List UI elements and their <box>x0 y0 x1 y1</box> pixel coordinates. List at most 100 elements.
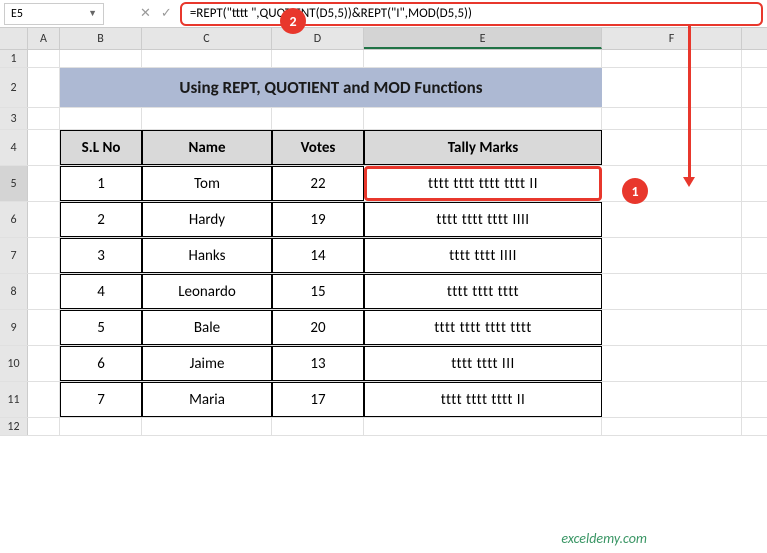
spreadsheet-grid: A B C D E F 1 2 Using REPT, QUOTIENT and… <box>0 28 767 436</box>
table-cell-votes[interactable]: 20 <box>272 310 364 345</box>
table-cell-sl[interactable]: 7 <box>60 382 142 417</box>
cell[interactable] <box>602 418 742 435</box>
cell[interactable] <box>602 382 742 417</box>
cell[interactable] <box>602 346 742 381</box>
watermark-text: exceldemy.com <box>561 530 647 547</box>
row-12: 12 <box>0 418 767 436</box>
table-cell-tally[interactable]: tttt tttt tttt II <box>364 382 602 417</box>
cell[interactable] <box>28 50 60 67</box>
col-header-C[interactable]: C <box>142 28 272 49</box>
selected-cell-E5[interactable]: tttt tttt tttt tttt II <box>364 166 602 201</box>
table-cell-name[interactable]: Hanks <box>142 238 272 273</box>
cell[interactable] <box>602 50 742 67</box>
table-header-name[interactable]: Name <box>142 130 272 165</box>
cell[interactable] <box>602 238 742 273</box>
chevron-down-icon[interactable]: ▼ <box>88 8 97 19</box>
cell[interactable] <box>364 108 602 129</box>
cell[interactable] <box>602 310 742 345</box>
row-header-4[interactable]: 4 <box>0 130 28 165</box>
row-header-8[interactable]: 8 <box>0 274 28 309</box>
table-cell-sl[interactable]: 5 <box>60 310 142 345</box>
cell[interactable] <box>364 418 602 435</box>
table-cell-tally[interactable]: tttt tttt IIII <box>364 238 602 273</box>
cell[interactable] <box>28 418 60 435</box>
row-6: 6 2 Hardy 19 tttt tttt tttt IIII <box>0 202 767 238</box>
table-cell-name[interactable]: Tom <box>142 166 272 201</box>
table-cell-tally[interactable]: tttt tttt tttt tttt <box>364 310 602 345</box>
table-cell-votes[interactable]: 19 <box>272 202 364 237</box>
cell[interactable] <box>28 346 60 381</box>
row-header-3[interactable]: 3 <box>0 108 28 129</box>
table-cell-tally[interactable]: tttt tttt tttt <box>364 274 602 309</box>
cell[interactable] <box>602 130 742 165</box>
col-header-A[interactable]: A <box>28 28 60 49</box>
title-cell[interactable]: Using REPT, QUOTIENT and MOD Functions <box>60 68 602 107</box>
cell[interactable] <box>602 68 742 107</box>
table-cell-votes[interactable]: 13 <box>272 346 364 381</box>
table-header-tally[interactable]: Tally Marks <box>364 130 602 165</box>
table-cell-name[interactable]: Maria <box>142 382 272 417</box>
cell[interactable] <box>272 50 364 67</box>
cell[interactable] <box>272 418 364 435</box>
table-cell-sl[interactable]: 4 <box>60 274 142 309</box>
table-cell-name[interactable]: Hardy <box>142 202 272 237</box>
row-header-10[interactable]: 10 <box>0 346 28 381</box>
row-header-5[interactable]: 5 <box>0 166 28 201</box>
col-header-E[interactable]: E <box>364 28 602 49</box>
cell[interactable] <box>142 50 272 67</box>
cell[interactable] <box>28 130 60 165</box>
cell[interactable] <box>142 418 272 435</box>
table-cell-name[interactable]: Jaime <box>142 346 272 381</box>
cell[interactable] <box>602 108 742 129</box>
formula-text: =REPT("tttt ",QUOTIENT(D5,5))&REPT("I",M… <box>190 6 472 21</box>
table-cell-sl[interactable]: 1 <box>60 166 142 201</box>
row-header-11[interactable]: 11 <box>0 382 28 417</box>
table-cell-sl[interactable]: 3 <box>60 238 142 273</box>
row-header-2[interactable]: 2 <box>0 68 28 107</box>
row-header-7[interactable]: 7 <box>0 238 28 273</box>
table-cell-votes[interactable]: 15 <box>272 274 364 309</box>
col-header-B[interactable]: B <box>60 28 142 49</box>
table-cell-name[interactable]: Bale <box>142 310 272 345</box>
table-cell-tally[interactable]: tttt tttt III <box>364 346 602 381</box>
name-box-value: E5 <box>11 7 23 21</box>
cell[interactable] <box>60 418 142 435</box>
cell[interactable] <box>28 382 60 417</box>
table-cell-tally[interactable]: tttt tttt tttt IIII <box>364 202 602 237</box>
cell[interactable] <box>364 50 602 67</box>
table-cell-sl[interactable]: 6 <box>60 346 142 381</box>
row-header-6[interactable]: 6 <box>0 202 28 237</box>
table-cell-votes[interactable]: 14 <box>272 238 364 273</box>
callout-badge-1: 1 <box>622 178 648 204</box>
col-header-F[interactable]: F <box>602 28 742 49</box>
row-header-9[interactable]: 9 <box>0 310 28 345</box>
cell[interactable] <box>28 202 60 237</box>
confirm-icon[interactable]: ✓ <box>161 6 172 21</box>
cell[interactable] <box>28 274 60 309</box>
table-cell-votes[interactable]: 22 <box>272 166 364 201</box>
table-cell-name[interactable]: Leonardo <box>142 274 272 309</box>
table-cell-sl[interactable]: 2 <box>60 202 142 237</box>
cell[interactable] <box>272 108 364 129</box>
row-header-1[interactable]: 1 <box>0 50 28 67</box>
row-4: 4 S.L No Name Votes Tally Marks <box>0 130 767 166</box>
row-header-12[interactable]: 12 <box>0 418 28 435</box>
select-all-corner[interactable] <box>0 28 28 49</box>
formula-input[interactable]: =REPT("tttt ",QUOTIENT(D5,5))&REPT("I",M… <box>180 2 763 26</box>
cell[interactable] <box>28 108 60 129</box>
cell[interactable] <box>142 108 272 129</box>
cell[interactable] <box>60 108 142 129</box>
cell[interactable] <box>28 166 60 201</box>
cancel-icon[interactable]: ✕ <box>140 6 151 21</box>
table-header-sl[interactable]: S.L No <box>60 130 142 165</box>
cell[interactable] <box>28 238 60 273</box>
cell[interactable] <box>60 50 142 67</box>
name-box[interactable]: E5 ▼ <box>4 3 104 25</box>
cell[interactable] <box>602 202 742 237</box>
table-header-votes[interactable]: Votes <box>272 130 364 165</box>
cell[interactable] <box>28 310 60 345</box>
callout-badge-2: 2 <box>280 8 306 34</box>
table-cell-votes[interactable]: 17 <box>272 382 364 417</box>
cell[interactable] <box>28 68 60 107</box>
cell[interactable] <box>602 274 742 309</box>
